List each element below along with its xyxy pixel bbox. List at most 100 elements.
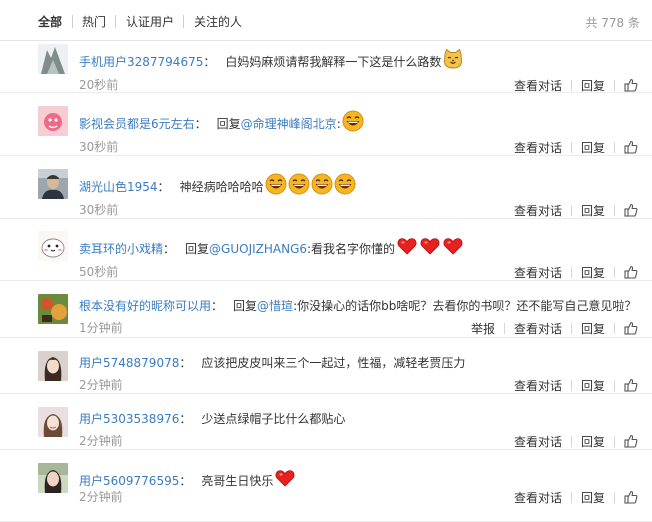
comment-content: 影视会员都是6元左右： 回复@命理神峰阁北京:	[79, 110, 364, 132]
reply-button[interactable]: 回复	[581, 320, 605, 337]
comment-actions: 查看对话 回复	[514, 139, 638, 155]
tab-following[interactable]: 关注的人	[194, 14, 242, 30]
view-conversation-button[interactable]: 查看对话	[514, 77, 562, 94]
comment-text: 回复	[233, 299, 258, 313]
action-divider	[570, 323, 572, 334]
comment-username[interactable]: 卖耳环的小戏精	[79, 242, 163, 256]
tab-hot[interactable]: 热门	[82, 14, 106, 30]
action-divider	[614, 492, 615, 503]
thumbs-up-icon[interactable]	[624, 378, 638, 392]
comment-timestamp: 2分钟前	[79, 378, 123, 392]
username-colon: ：	[179, 356, 192, 370]
comment-text: 应该把皮皮叫来三个一起过，性福，减轻老贾压力	[201, 356, 466, 370]
comment-content: 卖耳环的小戏精： 回复@GUOJIZHANG6:看我名字你懂的	[79, 235, 464, 257]
action-divider	[570, 267, 572, 278]
tab-verified-users[interactable]: 认证用户	[126, 14, 174, 30]
user-avatar[interactable]	[38, 169, 68, 199]
comment-username[interactable]: 根本没有好的昵称可以用	[79, 299, 211, 313]
laughing-emoji	[342, 110, 364, 132]
tab-all[interactable]: 全部	[38, 14, 62, 30]
comment-item: 用户5303538976： 少送点绿帽子比什么都贴心 2分钟前 查看对话 回复	[0, 399, 652, 450]
view-conversation-button[interactable]: 查看对话	[514, 320, 562, 337]
comment-username[interactable]: 湖光山色1954	[79, 180, 158, 194]
comment-content: 手机用户3287794675： 白妈妈麻烦请帮我解释一下这是什么路数	[79, 48, 464, 70]
view-conversation-button[interactable]: 查看对话	[514, 377, 562, 394]
view-conversation-button[interactable]: 查看对话	[514, 139, 562, 156]
comment-content: 用户5609776595： 亮哥生日快乐	[79, 467, 296, 489]
reply-button[interactable]: 回复	[581, 377, 605, 394]
comment-content: 湖光山色1954： 神经病哈哈哈哈	[79, 173, 356, 195]
comment-content: 用户5303538976： 少送点绿帽子比什么都贴心	[79, 411, 345, 427]
tab-divider	[72, 15, 73, 28]
heart-emoji	[419, 235, 441, 257]
user-avatar[interactable]	[38, 231, 68, 261]
comment-item: 手机用户3287794675： 白妈妈麻烦请帮我解释一下这是什么路数 20秒前 查看对…	[0, 36, 652, 93]
comment-username[interactable]: 用户5748879078	[79, 356, 179, 370]
username-colon: ：	[203, 55, 216, 69]
comment-username[interactable]: 用户5609776595	[79, 474, 179, 488]
heart-emoji	[442, 235, 464, 257]
thumbs-up-icon[interactable]	[624, 78, 638, 92]
thumbs-up-icon[interactable]	[624, 434, 638, 448]
comment-username[interactable]: 手机用户3287794675	[79, 55, 203, 69]
view-conversation-button[interactable]: 查看对话	[514, 202, 562, 219]
thumbs-up-icon[interactable]	[624, 203, 638, 217]
action-divider	[614, 323, 615, 334]
user-avatar[interactable]	[38, 407, 68, 437]
user-avatar[interactable]	[38, 106, 68, 136]
mention-link[interactable]: @GUOJIZHANG6	[209, 242, 307, 256]
comment-timestamp: 1分钟前	[79, 321, 123, 335]
comment-username[interactable]: 影视会员都是6元左右	[79, 117, 195, 131]
action-divider	[614, 267, 615, 278]
mention-link[interactable]: @命理神峰阁北京	[241, 117, 337, 131]
username-colon: ：	[163, 242, 176, 256]
mention-link[interactable]: @惜瑄	[257, 299, 293, 313]
reply-button[interactable]: 回复	[581, 489, 605, 506]
username-colon: ：	[211, 299, 224, 313]
heart-emoji	[274, 467, 296, 489]
action-divider	[614, 380, 615, 391]
view-conversation-button[interactable]: 查看对话	[514, 433, 562, 450]
comment-actions: 查看对话 回复	[514, 489, 638, 505]
user-avatar[interactable]	[38, 294, 68, 324]
tab-divider	[115, 15, 116, 28]
comment-username[interactable]: 用户5303538976	[79, 412, 179, 426]
comment-actions: 查看对话 回复	[514, 264, 638, 280]
thumbs-up-icon[interactable]	[624, 490, 638, 504]
cat-face-emoji	[442, 48, 464, 70]
view-conversation-button[interactable]: 查看对话	[514, 489, 562, 506]
action-divider	[570, 492, 572, 503]
user-avatar[interactable]	[38, 463, 68, 493]
comment-text: 亮哥生日快乐	[201, 474, 274, 488]
comment-content: 根本没有好的昵称可以用： 回复@惜瑄:你没操心的话你bb啥呢？去看你的书呗？还不能…	[79, 298, 636, 314]
comment-filter-tabs: 全部 热门 认证用户 关注的人 共 778 条	[0, 0, 652, 41]
comment-text: 少送点绿帽子比什么都贴心	[201, 412, 346, 426]
thumbs-up-icon[interactable]	[624, 265, 638, 279]
reply-button[interactable]: 回复	[581, 264, 605, 281]
user-avatar[interactable]	[38, 44, 68, 74]
reply-button[interactable]: 回复	[581, 77, 605, 94]
comment-actions: 查看对话 回复	[514, 77, 638, 93]
reply-button[interactable]: 回复	[581, 139, 605, 156]
comment-item: 影视会员都是6元左右： 回复@命理神峰阁北京: 30秒前 查看对话 回复	[0, 98, 652, 156]
total-count: 共 778 条	[585, 16, 640, 30]
comment-text: 白妈妈麻烦请帮我解释一下这是什么路数	[225, 55, 442, 69]
thumbs-up-icon[interactable]	[624, 321, 638, 335]
username-colon: ：	[157, 180, 170, 194]
username-colon: ：	[194, 117, 207, 131]
comment-text: 回复	[216, 117, 241, 131]
action-divider	[570, 436, 572, 447]
comment-actions: 举报 查看对话 回复	[471, 320, 638, 336]
view-conversation-button[interactable]: 查看对话	[514, 264, 562, 281]
thumbs-up-icon[interactable]	[624, 140, 638, 154]
laughing-emoji	[288, 173, 310, 195]
comment-timestamp: 50秒前	[79, 265, 119, 279]
comment-actions: 查看对话 回复	[514, 433, 638, 449]
comment-timestamp: 30秒前	[79, 203, 119, 217]
report-button[interactable]: 举报	[471, 320, 495, 337]
user-avatar[interactable]	[38, 351, 68, 381]
username-colon: ：	[179, 412, 192, 426]
comment-item: 卖耳环的小戏精： 回复@GUOJIZHANG6:看我名字你懂的 50秒前 查看对话 回复	[0, 223, 652, 281]
reply-button[interactable]: 回复	[581, 433, 605, 450]
reply-button[interactable]: 回复	[581, 202, 605, 219]
